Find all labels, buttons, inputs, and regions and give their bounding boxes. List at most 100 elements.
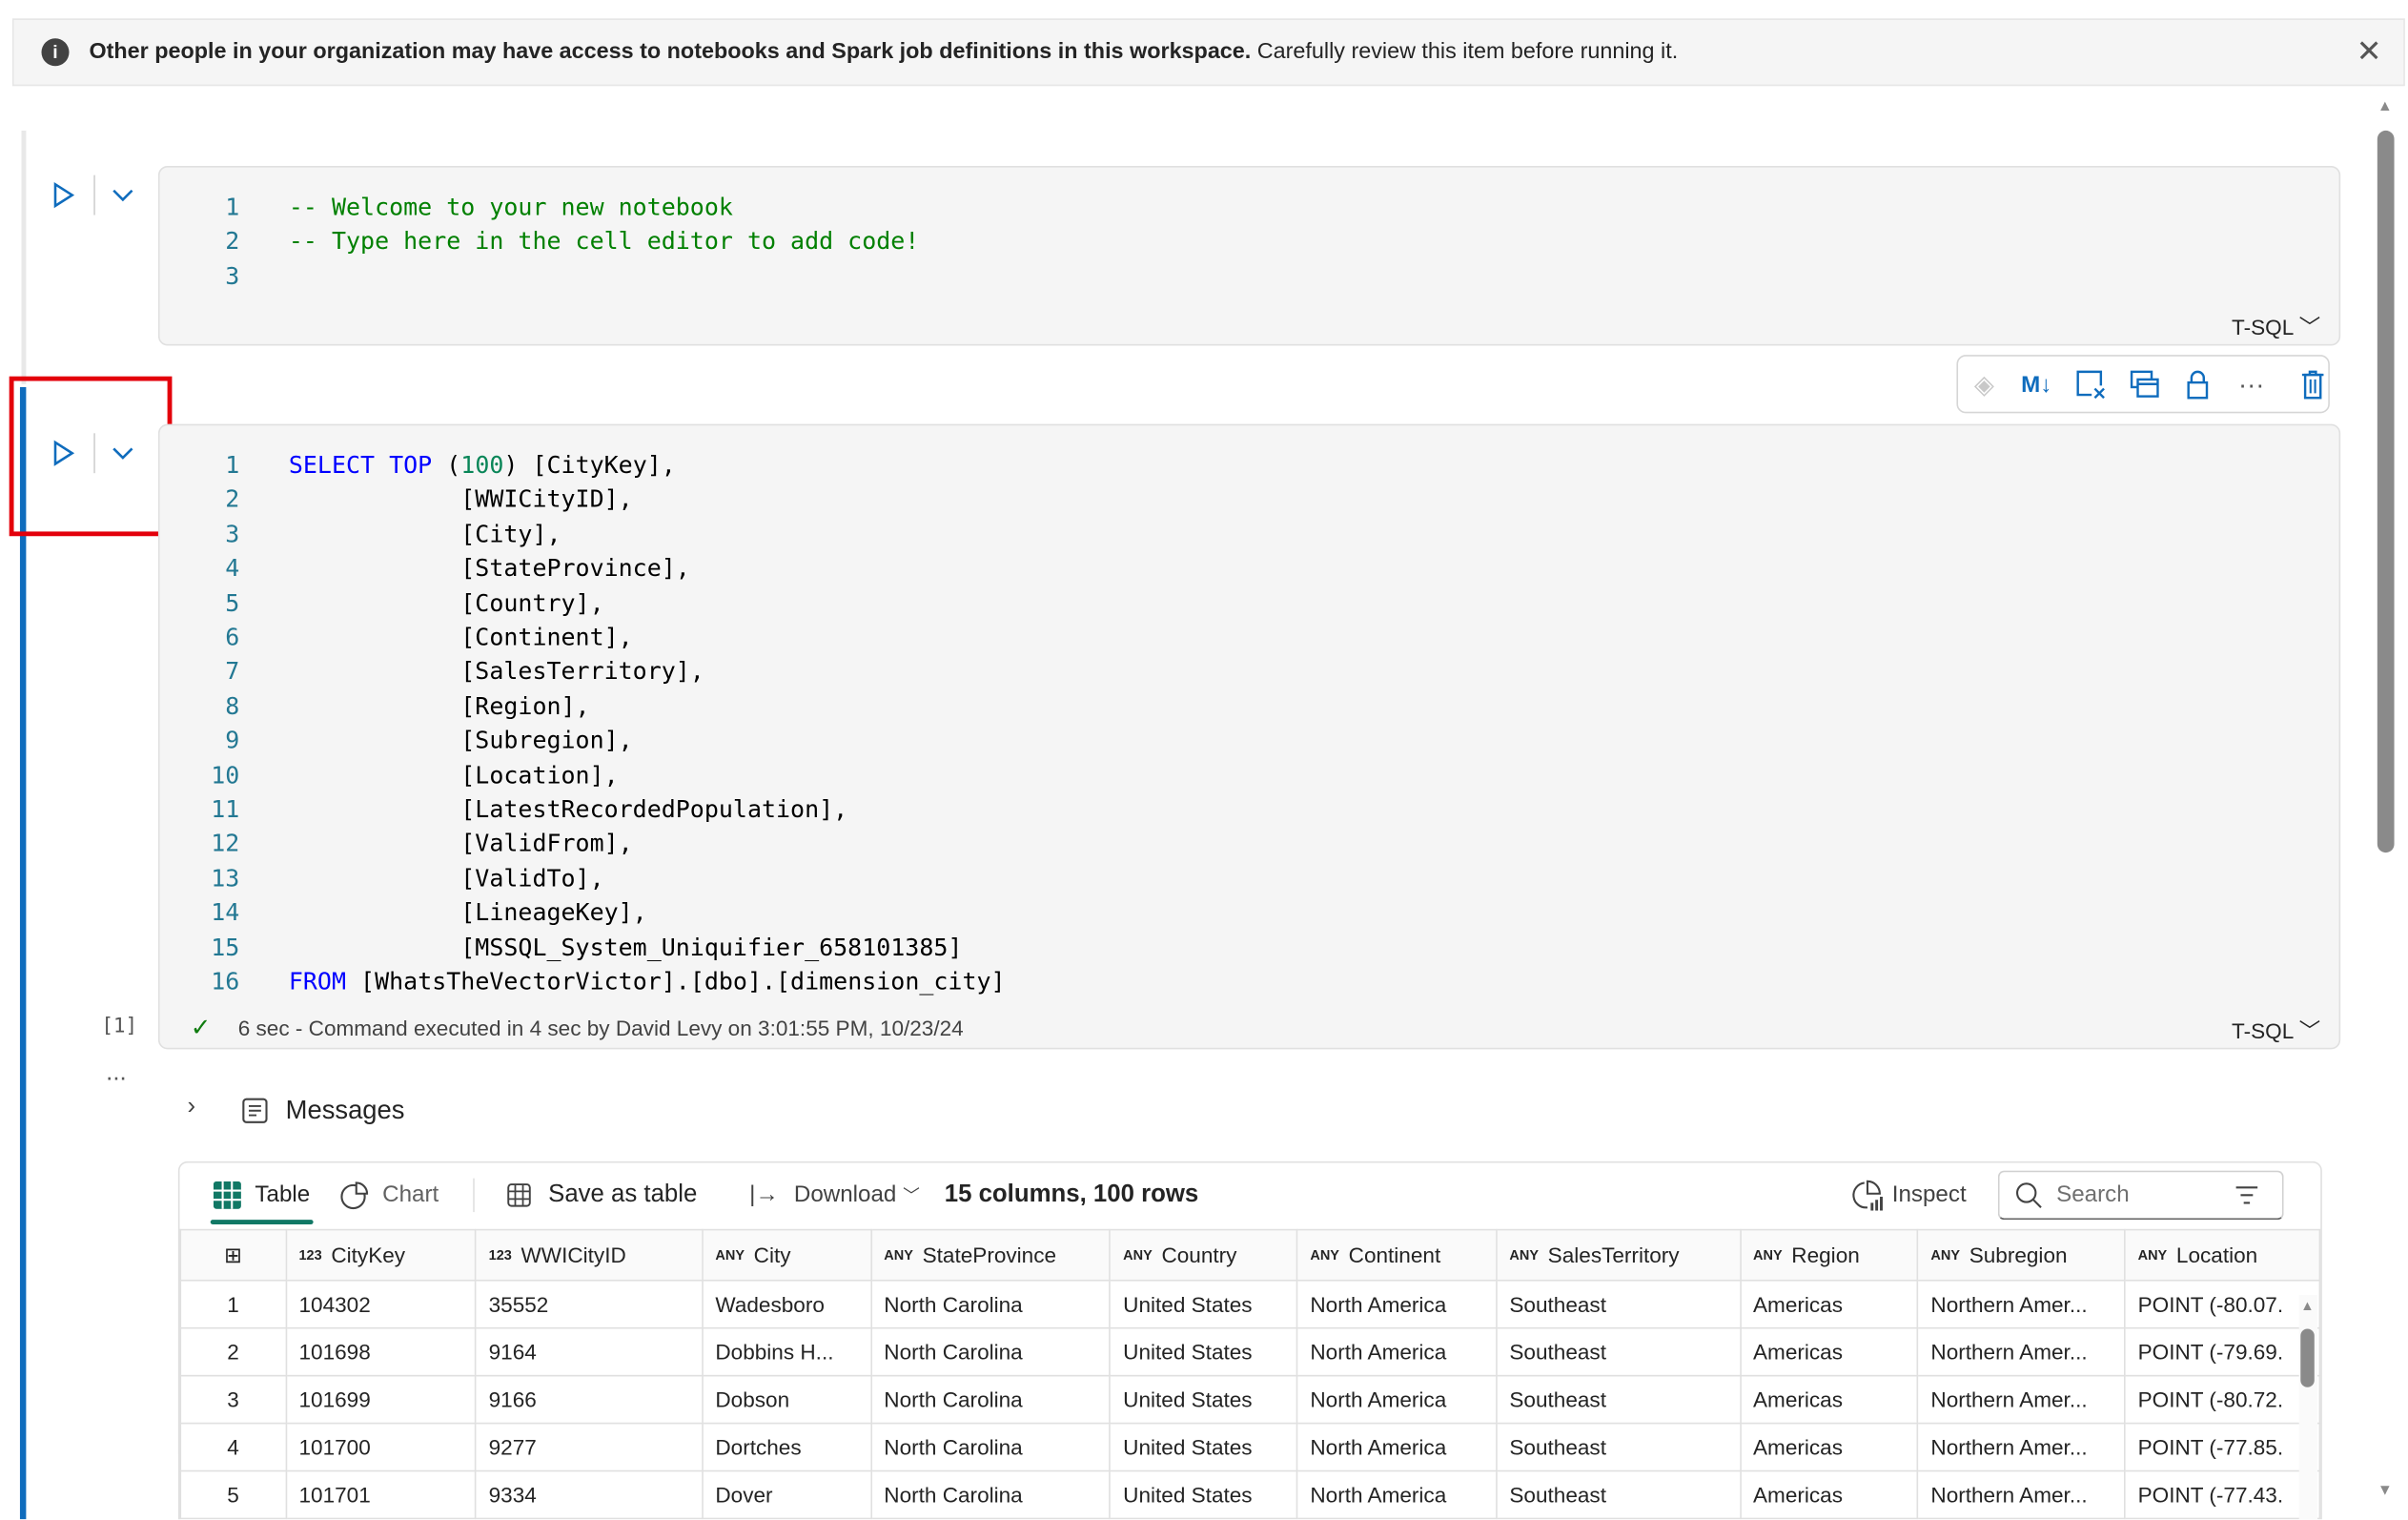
duplicate-cell-icon[interactable] — [2127, 369, 2160, 402]
filter-icon[interactable] — [2235, 1184, 2259, 1206]
table-cell[interactable]: Northern Amer... — [1916, 1326, 2126, 1377]
table-cell[interactable]: United States — [1109, 1422, 1298, 1472]
table-row[interactable]: 3 101699 9166 Dobson North Carolina United St… — [179, 1374, 2321, 1425]
clear-output-icon[interactable] — [2073, 369, 2107, 402]
inspect-button[interactable]: Inspect — [1892, 1181, 1967, 1207]
code-line[interactable]: [StateProvince], — [289, 552, 690, 586]
download-button[interactable]: Download ﹀ — [794, 1181, 920, 1207]
table-cell[interactable]: Southeast — [1495, 1422, 1742, 1472]
table-row[interactable]: 1 104302 35552 Wadesboro North Carolina Unite… — [179, 1279, 2321, 1329]
column-header[interactable]: ANY Country — [1109, 1228, 1298, 1282]
row-index[interactable]: 1 — [179, 1279, 287, 1329]
table-cell[interactable]: North Carolina — [869, 1469, 1112, 1520]
lock-icon[interactable] — [2181, 369, 2214, 402]
table-cell[interactable]: Dobbins H... — [701, 1326, 872, 1377]
table-cell[interactable]: Americas — [1739, 1374, 1919, 1425]
code-line[interactable]: -- Welcome to your new notebook — [289, 191, 733, 225]
code-line[interactable]: [WWICityID], — [289, 483, 632, 517]
table-cell[interactable]: United States — [1109, 1374, 1298, 1425]
table-row[interactable]: 5 101701 9334 Dover North Carolina United Sta… — [179, 1469, 2321, 1520]
table-cell[interactable]: 104302 — [284, 1279, 477, 1329]
column-header[interactable]: ANY Region — [1739, 1228, 1919, 1282]
code-line[interactable]: -- Type here in the cell editor to add c… — [289, 225, 919, 259]
scrollbar-thumb[interactable] — [2377, 130, 2395, 853]
chevron-right-icon[interactable]: › — [188, 1094, 196, 1121]
table-cell[interactable]: Dover — [701, 1469, 872, 1520]
tab-table[interactable]: Table — [255, 1181, 310, 1207]
table-cell[interactable]: POINT (-79.69. — [2124, 1326, 2321, 1377]
code-line[interactable]: [Location], — [289, 758, 618, 792]
table-cell[interactable]: United States — [1109, 1469, 1298, 1520]
table-cell[interactable]: Northern Amer... — [1916, 1469, 2126, 1520]
table-cell[interactable]: 101700 — [284, 1422, 477, 1472]
table-cell[interactable]: North America — [1296, 1326, 1498, 1377]
code-line[interactable]: [Region], — [289, 689, 589, 724]
tab-chart[interactable]: Chart — [382, 1181, 439, 1207]
code-line[interactable]: FROM [WhatsTheVectorVictor].[dbo].[dimen… — [289, 965, 1006, 999]
table-cell[interactable]: Northern Amer... — [1916, 1279, 2126, 1329]
column-header[interactable]: ANY City — [701, 1228, 872, 1282]
column-header[interactable]: ANY Subregion — [1916, 1228, 2126, 1282]
table-row[interactable]: 4 101700 9277 Dortches North Carolina United … — [179, 1422, 2321, 1472]
scroll-up-icon[interactable]: ▲ — [2377, 98, 2393, 115]
table-cell[interactable]: North America — [1296, 1374, 1498, 1425]
markdown-toggle-icon[interactable]: M↓ — [2019, 369, 2052, 402]
table-cell[interactable]: Southeast — [1495, 1374, 1742, 1425]
code-line[interactable]: [Continent], — [289, 621, 632, 655]
table-cell[interactable]: Southeast — [1495, 1279, 1742, 1329]
table-cell[interactable]: 9334 — [475, 1469, 704, 1520]
scrollbar-thumb[interactable] — [2300, 1328, 2315, 1387]
code-line[interactable]: [LatestRecordedPopulation], — [289, 792, 847, 827]
table-cell[interactable]: 101699 — [284, 1374, 477, 1425]
code-cell-2[interactable]: 1 SELECT TOP (100) [CityKey], 2 [WWICityID… — [157, 423, 2341, 1050]
column-header[interactable]: 123 CityKey — [284, 1228, 477, 1282]
table-cell[interactable]: 101701 — [284, 1469, 477, 1520]
column-header[interactable]: ANY StateProvince — [869, 1228, 1112, 1282]
table-cell[interactable]: Southeast — [1495, 1326, 1742, 1377]
table-cell[interactable]: North America — [1296, 1279, 1498, 1329]
table-cell[interactable]: Americas — [1739, 1469, 1919, 1520]
code-line[interactable]: [LineageKey], — [289, 896, 646, 931]
table-row[interactable]: 2 101698 9164 Dobbins H... North Carolina Uni… — [179, 1326, 2321, 1377]
table-cell[interactable]: United States — [1109, 1326, 1298, 1377]
row-index[interactable]: 4 — [179, 1422, 287, 1472]
table-cell[interactable]: Americas — [1739, 1279, 1919, 1329]
column-header[interactable]: 123 WWICityID — [475, 1228, 704, 1282]
table-cell[interactable]: 101698 — [284, 1326, 477, 1377]
table-cell[interactable]: Wadesboro — [701, 1279, 872, 1329]
column-header[interactable]: ANY Location — [2124, 1228, 2321, 1282]
code-line[interactable]: [ValidFrom], — [289, 827, 632, 861]
more-options-icon[interactable]: ... — [106, 1060, 126, 1088]
code-line[interactable]: [ValidTo], — [289, 861, 603, 895]
row-index[interactable]: 3 — [179, 1374, 287, 1425]
code-line[interactable]: [Country], — [289, 586, 603, 621]
table-cell[interactable]: North America — [1296, 1422, 1498, 1472]
table-cell[interactable]: North Carolina — [869, 1374, 1112, 1425]
row-index[interactable]: 5 — [179, 1469, 287, 1520]
table-cell[interactable]: POINT (-80.07. — [2124, 1279, 2321, 1329]
page-scrollbar[interactable]: ▲ ▼ — [2375, 95, 2399, 1519]
table-cell[interactable]: Americas — [1739, 1422, 1919, 1472]
code-cell-1[interactable]: 1 -- Welcome to your new notebook 2 -- Type… — [157, 165, 2341, 346]
table-cell[interactable]: POINT (-80.72. — [2124, 1374, 2321, 1425]
table-cell[interactable]: 9164 — [475, 1326, 704, 1377]
table-cell[interactable]: Dobson — [701, 1374, 872, 1425]
run-cell-icon[interactable] — [50, 181, 77, 209]
table-cell[interactable]: North Carolina — [869, 1326, 1112, 1377]
language-selector[interactable]: T-SQL ﹀ — [2232, 312, 2320, 342]
table-cell[interactable]: POINT (-77.43. — [2124, 1469, 2321, 1520]
save-as-table-button[interactable]: Save as table — [548, 1181, 697, 1209]
table-cell[interactable]: POINT (-77.85. — [2124, 1422, 2321, 1472]
row-index[interactable]: 2 — [179, 1326, 287, 1377]
language-selector[interactable]: T-SQL ﹀ — [2232, 1016, 2320, 1046]
messages-toggle[interactable]: Messages — [286, 1096, 405, 1126]
scroll-down-icon[interactable]: ▼ — [2377, 1483, 2393, 1500]
table-cell[interactable]: North America — [1296, 1469, 1498, 1520]
table-cell[interactable]: Northern Amer... — [1916, 1374, 2126, 1425]
code-line[interactable]: SELECT TOP (100) [CityKey], — [289, 448, 676, 483]
column-header[interactable]: ANY SalesTerritory — [1495, 1228, 1742, 1282]
delete-icon[interactable] — [2296, 369, 2329, 402]
table-cell[interactable]: Americas — [1739, 1326, 1919, 1377]
table-cell[interactable]: Northern Amer... — [1916, 1422, 2126, 1472]
code-line[interactable]: [MSSQL_System_Uniquifier_658101385] — [289, 931, 962, 965]
